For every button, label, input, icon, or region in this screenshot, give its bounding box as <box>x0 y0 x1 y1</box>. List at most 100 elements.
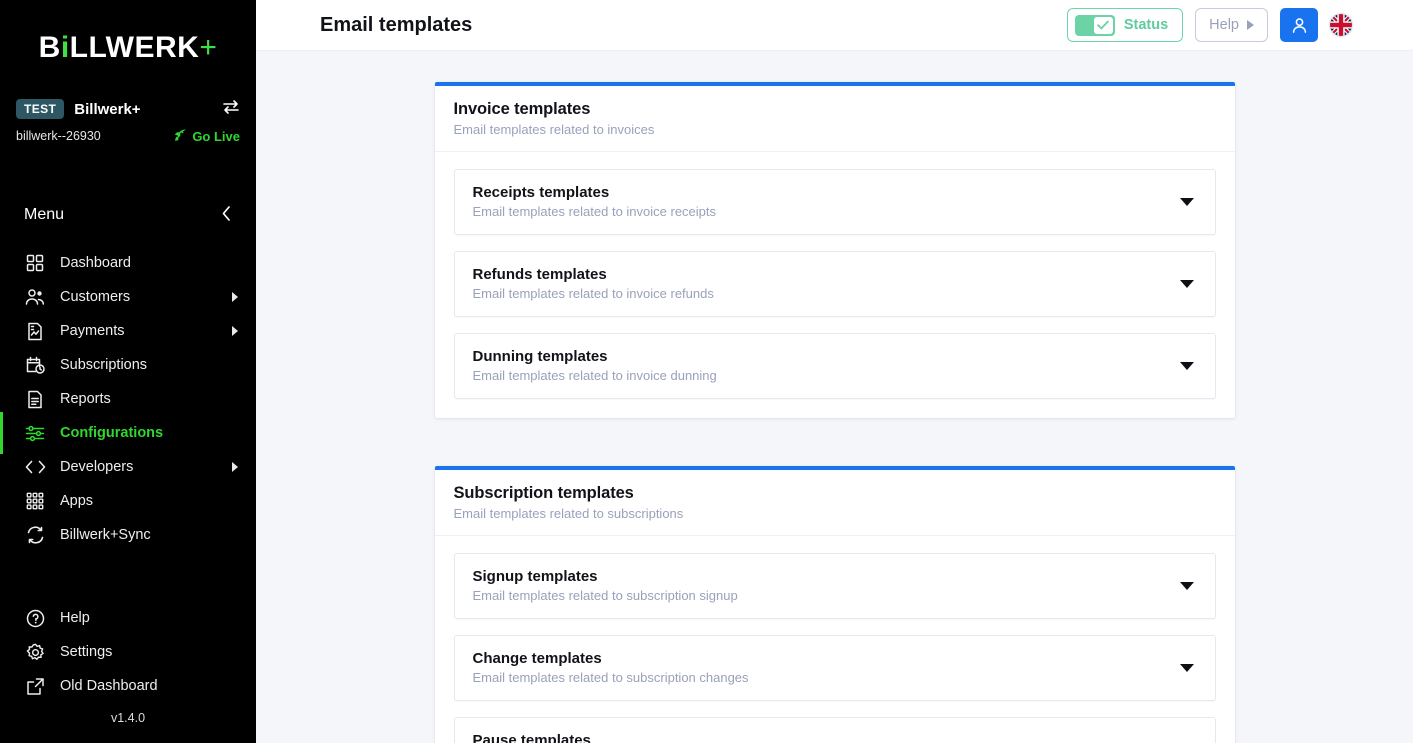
brand-logo-i: i <box>60 31 70 64</box>
sidebar-item-dashboard[interactable]: Dashboard <box>0 246 256 280</box>
accordion-title: Signup templates <box>472 568 598 585</box>
calendar-clock-icon <box>24 354 46 376</box>
caret-down-icon[interactable] <box>1179 279 1194 288</box>
uk-flag-icon[interactable] <box>1330 14 1352 36</box>
sidebar-item-apps[interactable]: Apps <box>0 484 256 518</box>
caret-down-icon[interactable] <box>1179 197 1194 206</box>
sidebar-item-old-dashboard[interactable]: Old Dashboard <box>0 669 256 703</box>
card-body: Signup templates Email templates related… <box>435 536 1235 743</box>
sliders-icon <box>24 422 46 444</box>
sidebar-item-label: Configurations <box>60 425 164 441</box>
tenant-row-secondary: billwerk--26930 Go Live <box>16 124 240 148</box>
accordion-subtitle: Email templates related to subscription … <box>472 670 749 685</box>
external-link-icon <box>24 675 46 697</box>
sidebar: BiLLWERK+ TEST Billwerk+ billwerk--26930 <box>0 0 256 743</box>
accordion-texts: Pause templates Email templates related … <box>473 732 1180 743</box>
sidebar-item-help[interactable]: Help <box>0 601 256 635</box>
accordion-title: Refunds templates <box>472 266 607 283</box>
accordion-change-templates[interactable]: Change templates Email templates related… <box>453 635 1216 701</box>
code-icon <box>24 456 46 478</box>
sidebar-item-label: Subscriptions <box>60 357 148 373</box>
sidebar-item-billwerk-sync[interactable]: Billwerk+Sync <box>0 518 256 552</box>
accordion-texts: Refunds templates Email templates relate… <box>473 266 1180 301</box>
environment-badge: TEST <box>16 99 65 119</box>
caret-down-icon[interactable] <box>1179 663 1194 672</box>
brand-logo-part-2: LLWERK <box>69 31 200 64</box>
sidebar-item-customers[interactable]: Customers <box>0 280 256 314</box>
card-header: Subscription templates Email templates r… <box>434 470 1235 536</box>
caret-down-icon[interactable] <box>1179 361 1194 370</box>
go-live-button[interactable]: Go Live <box>173 128 240 145</box>
status-label: Status <box>1123 17 1169 33</box>
sidebar-item-label: Customers <box>60 289 131 305</box>
accordion-texts: Signup templates Email templates related… <box>473 568 1180 603</box>
brand-logo-part-1: B <box>38 31 61 64</box>
accordion-refunds-templates[interactable]: Refunds templates Email templates relate… <box>453 251 1216 317</box>
help-button[interactable]: Help <box>1195 8 1268 42</box>
accordion-subtitle: Email templates related to subscription … <box>472 588 738 603</box>
header-actions: Status Help <box>1066 8 1352 42</box>
sidebar-item-configurations[interactable]: Configurations <box>0 412 256 454</box>
card-title: Invoice templates <box>453 100 591 118</box>
menu-header: Menu <box>0 192 256 238</box>
status-switch[interactable] <box>1074 14 1115 36</box>
sidebar-item-subscriptions[interactable]: Subscriptions <box>0 348 256 382</box>
sidebar-item-label: Help <box>60 610 90 626</box>
card-invoice-templates: Invoice templates Email templates relate… <box>434 82 1235 418</box>
accordion-texts: Receipts templates Email templates relat… <box>473 184 1180 219</box>
document-icon <box>24 388 46 410</box>
sidebar-item-payments[interactable]: Payments <box>0 314 256 348</box>
accordion-pause-templates[interactable]: Pause templates Email templates related … <box>453 717 1216 743</box>
app-version: v1.4.0 <box>110 711 146 725</box>
grid-icon <box>24 252 46 274</box>
tenant-name: Billwerk+ <box>74 100 141 118</box>
sidebar-item-label: Billwerk+Sync <box>60 527 151 543</box>
caret-right-icon <box>232 326 238 336</box>
invoice-icon <box>24 320 46 342</box>
status-toggle-button[interactable]: Status <box>1066 8 1184 42</box>
sidebar-nav-bottom: Help Settings Old Dashboard v1.4.0 <box>0 601 256 743</box>
card-subtitle: Email templates related to invoices <box>453 122 655 137</box>
card-subscription-templates: Subscription templates Email templates r… <box>434 466 1235 743</box>
brand-logo[interactable]: BiLLWERK+ <box>0 0 256 96</box>
swap-tenant-icon[interactable] <box>222 99 240 119</box>
tenant-block: TEST Billwerk+ billwerk--26930 Go Live <box>0 96 256 148</box>
accordion-title: Dunning templates <box>472 348 608 365</box>
sidebar-item-label: Apps <box>60 493 94 509</box>
accordion-subtitle: Email templates related to invoice dunni… <box>472 368 717 383</box>
accordion-title: Receipts templates <box>472 184 610 201</box>
sidebar-item-reports[interactable]: Reports <box>0 382 256 416</box>
chevron-left-icon[interactable] <box>221 205 232 226</box>
accordion-dunning-templates[interactable]: Dunning templates Email templates relate… <box>453 333 1216 399</box>
sync-icon <box>24 524 46 546</box>
sidebar-item-label: Reports <box>60 391 111 407</box>
accordion-texts: Change templates Email templates related… <box>473 650 1180 685</box>
sidebar-item-label: Developers <box>60 459 134 475</box>
accordion-title: Change templates <box>472 650 602 667</box>
sidebar-item-developers[interactable]: Developers <box>0 450 256 484</box>
app-root: BiLLWERK+ TEST Billwerk+ billwerk--26930 <box>0 0 1413 743</box>
sidebar-item-label: Old Dashboard <box>60 678 158 694</box>
accordion-texts: Dunning templates Email templates relate… <box>473 348 1180 383</box>
accordion-receipts-templates[interactable]: Receipts templates Email templates relat… <box>453 169 1216 235</box>
content-scroll-area[interactable]: Invoice templates Email templates relate… <box>256 51 1413 743</box>
tenant-row-primary: TEST Billwerk+ <box>16 96 240 122</box>
top-header: Email templates Status Help <box>256 0 1413 51</box>
check-icon <box>1093 16 1113 34</box>
avatar[interactable] <box>1280 8 1318 42</box>
sidebar-item-settings[interactable]: Settings <box>0 635 256 669</box>
caret-right-icon <box>1247 20 1254 30</box>
accordion-signup-templates[interactable]: Signup templates Email templates related… <box>453 553 1216 619</box>
sidebar-item-label: Payments <box>60 323 125 339</box>
page-title: Email templates <box>320 13 473 36</box>
accordion-subtitle: Email templates related to invoice refun… <box>472 286 714 301</box>
caret-right-icon <box>232 462 238 472</box>
caret-down-icon[interactable] <box>1179 581 1194 590</box>
help-button-label: Help <box>1209 17 1239 33</box>
sidebar-nav: Dashboard Customers Payments Subscriptio… <box>0 246 256 552</box>
card-header: Invoice templates Email templates relate… <box>434 86 1235 152</box>
caret-right-icon <box>232 292 238 302</box>
tenant-id: billwerk--26930 <box>16 129 101 143</box>
card-subtitle: Email templates related to subscriptions <box>453 506 684 521</box>
menu-label: Menu <box>24 206 65 223</box>
